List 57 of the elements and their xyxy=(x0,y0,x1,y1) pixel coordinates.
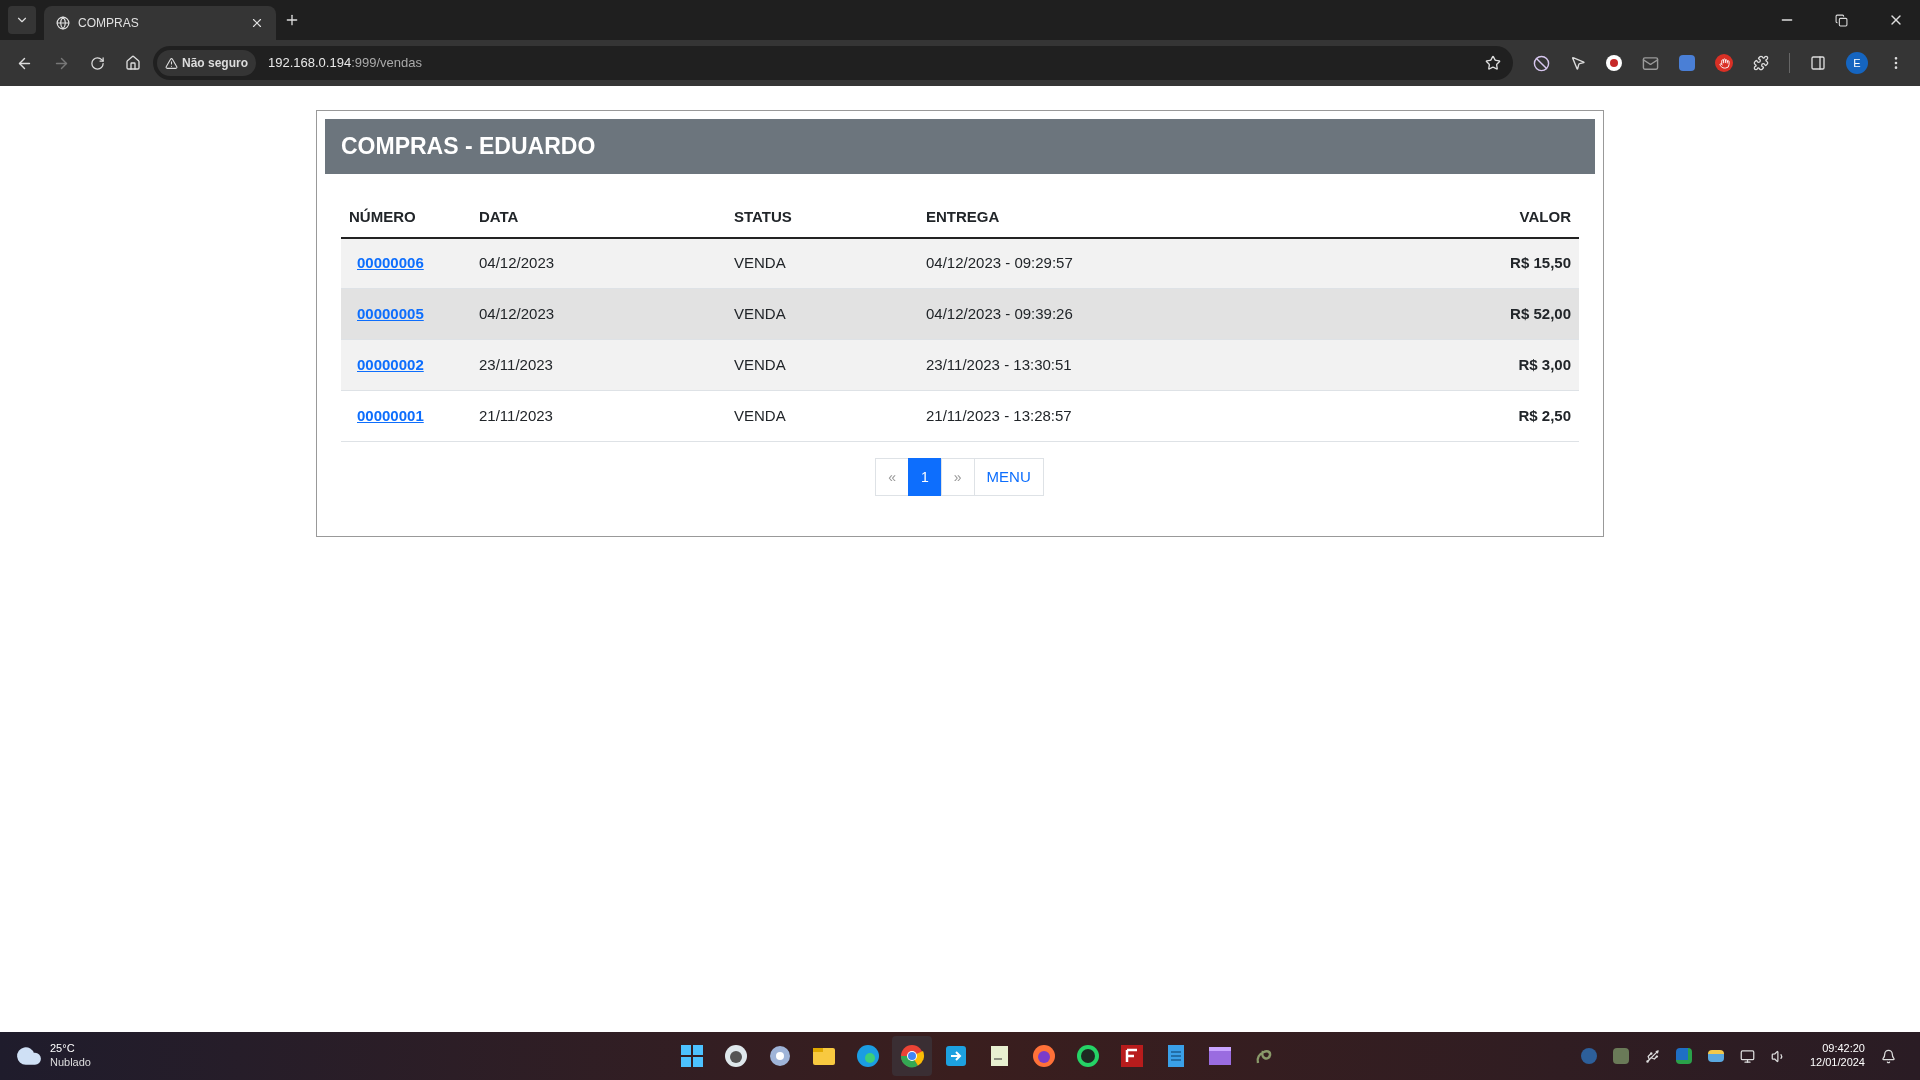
delivery-cell: 04/12/2023 - 09:29:57 xyxy=(926,254,1073,271)
profile-avatar[interactable]: E xyxy=(1846,52,1868,74)
extensions-icon[interactable] xyxy=(1753,55,1769,71)
delivery-cell: 23/11/2023 - 13:30:51 xyxy=(926,355,1072,373)
home-icon[interactable] xyxy=(125,55,141,71)
globe-icon xyxy=(56,16,70,30)
date-cell: 23/11/2023 xyxy=(479,355,553,373)
order-number-link[interactable]: 00000006 xyxy=(357,254,424,271)
column-header: DATA xyxy=(479,208,519,225)
date-cell: 04/12/2023 xyxy=(479,304,555,322)
menu-link[interactable]: MENU xyxy=(973,458,1044,496)
new-tab-icon[interactable] xyxy=(284,12,300,28)
column-header: NÚMERO xyxy=(349,208,416,225)
tab-title: COMPRAS xyxy=(78,15,140,32)
browser-tab[interactable]: COMPRAS xyxy=(44,6,276,40)
page-button[interactable]: 1 xyxy=(908,458,942,496)
security-chip[interactable]: Não seguro xyxy=(157,50,256,76)
chrome-icon[interactable] xyxy=(892,1036,933,1076)
weather-temperature: 25°C xyxy=(50,1042,76,1056)
clock-time: 09:42:20 xyxy=(1822,1042,1865,1056)
status-cell: VENDA xyxy=(734,355,786,373)
mail-icon[interactable] xyxy=(1642,54,1659,72)
delivery-cell: 04/12/2023 - 09:39:26 xyxy=(926,304,1073,322)
column-header: ENTREGA xyxy=(926,208,1000,225)
card-title: COMPRAS - EDUARDO xyxy=(341,132,596,162)
notification-bell-icon[interactable] xyxy=(1881,1048,1896,1064)
url-text: 192.168.0.194:999/vendas xyxy=(268,54,423,73)
clock-date: 12/01/2024 xyxy=(1809,1056,1865,1070)
blocked-circle-icon[interactable] xyxy=(1533,54,1550,72)
bookmark-star-icon[interactable] xyxy=(1485,55,1501,71)
column-header: VALOR xyxy=(1519,208,1571,225)
network-icon[interactable] xyxy=(1739,1048,1755,1064)
pointer-icon[interactable] xyxy=(1570,55,1586,71)
value-cell: R$ 2,50 xyxy=(1518,406,1571,424)
status-cell: VENDA xyxy=(734,254,786,271)
address-bar[interactable]: Não seguro 192.168.0.194:999/vendas xyxy=(153,46,1513,80)
delivery-cell: 21/11/2023 - 13:28:57 xyxy=(926,406,1072,424)
status-cell: VENDA xyxy=(734,406,786,424)
value-cell: R$ 3,00 xyxy=(1518,355,1571,373)
usb-icon[interactable] xyxy=(1644,1048,1660,1064)
reload-icon[interactable] xyxy=(90,55,105,71)
order-number-link[interactable]: 00000002 xyxy=(357,355,424,373)
status-cell: VENDA xyxy=(734,304,786,322)
side-panel-icon[interactable] xyxy=(1810,55,1826,71)
column-header: STATUS xyxy=(734,208,792,225)
value-cell: R$ 52,00 xyxy=(1510,304,1571,322)
weather-condition: Nublado xyxy=(50,1056,91,1070)
extension-button[interactable] xyxy=(1715,54,1733,72)
warning-icon xyxy=(165,56,178,70)
order-number-link[interactable]: 00000001 xyxy=(357,406,424,424)
order-number-link[interactable]: 00000005 xyxy=(357,304,424,322)
restore-icon[interactable] xyxy=(1835,13,1848,27)
hand-icon xyxy=(1718,57,1730,69)
close-tab-icon[interactable] xyxy=(250,16,264,30)
value-cell: R$ 15,50 xyxy=(1510,254,1571,271)
date-cell: 04/12/2023 xyxy=(479,254,555,271)
date-cell: 21/11/2023 xyxy=(479,406,553,424)
